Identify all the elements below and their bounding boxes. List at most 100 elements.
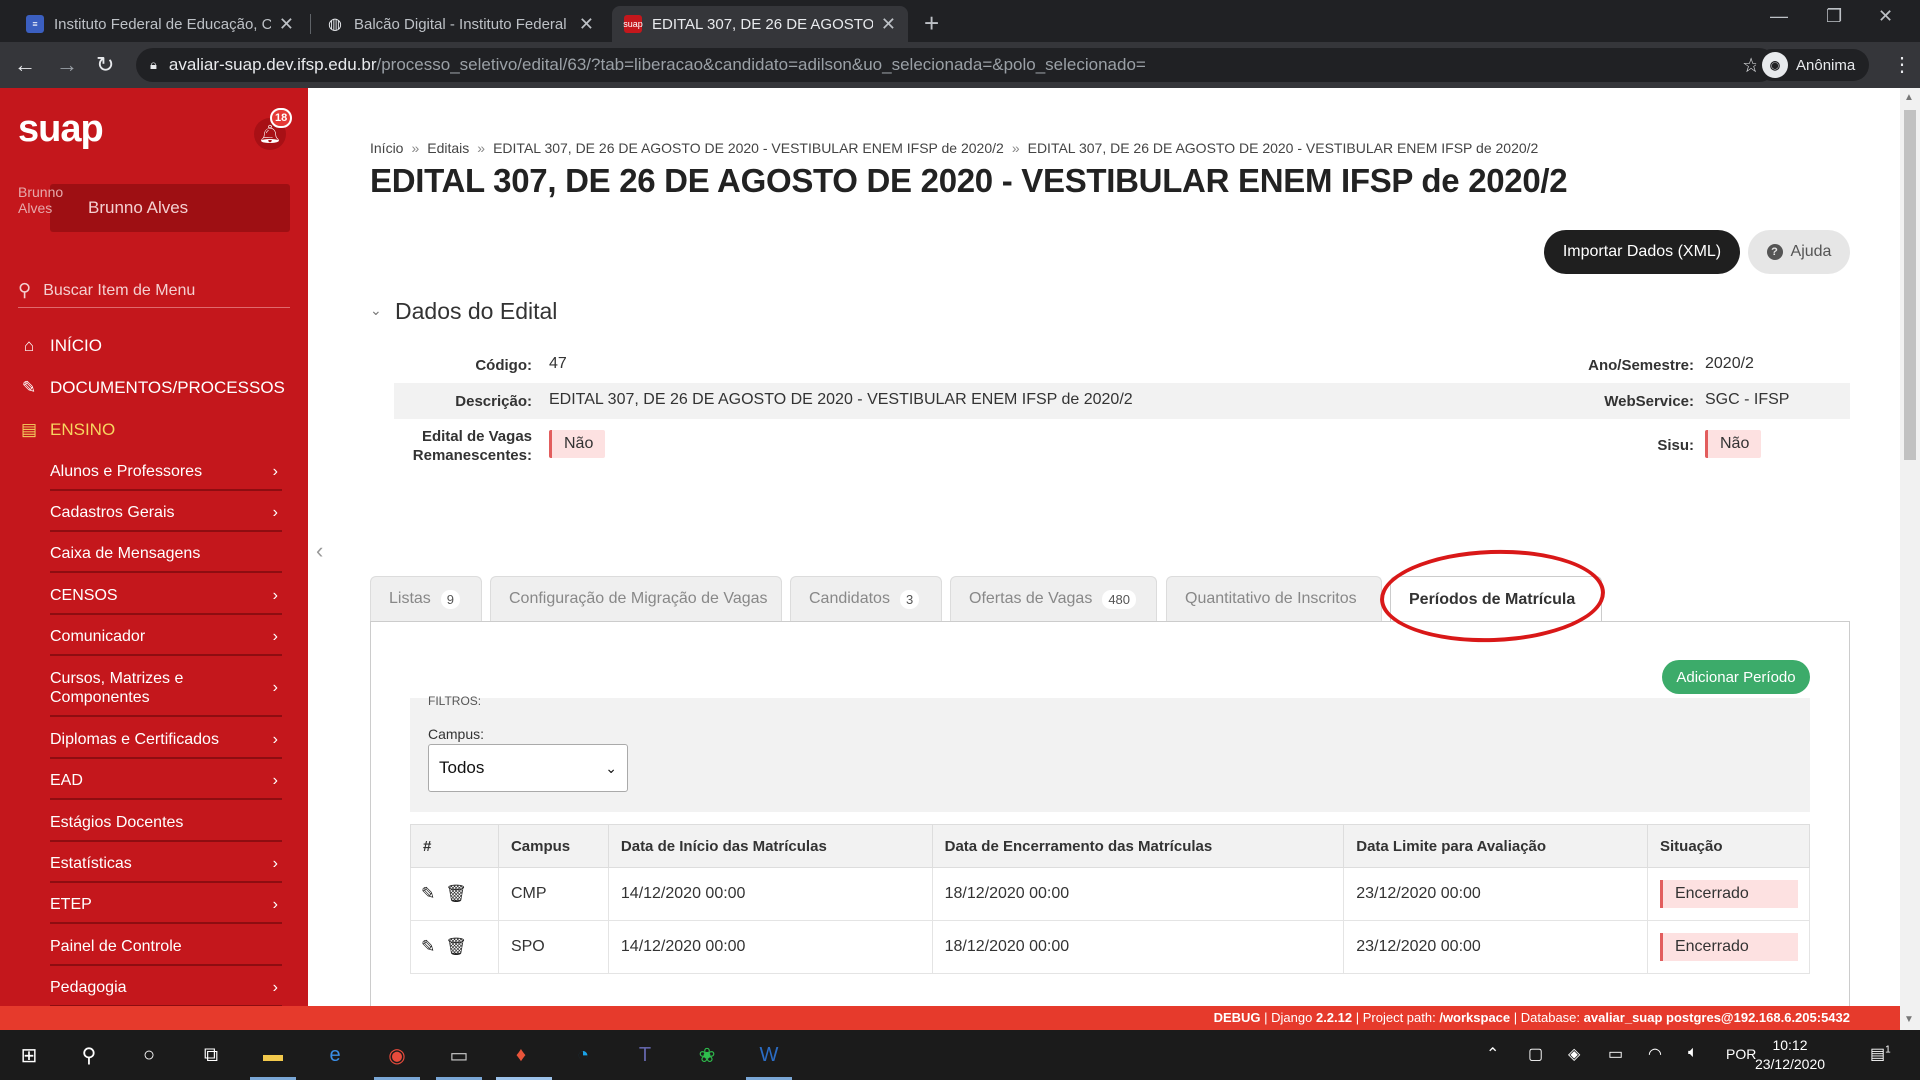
tab-periodos-matricula[interactable]: Períodos de Matrícula [1390,576,1602,622]
sidebar-item-caixa-mensagens[interactable]: Caixa de Mensagens [50,544,282,573]
back-icon[interactable]: ← [14,52,36,78]
chrome-icon[interactable]: ◉ [382,1040,412,1070]
minimize-icon[interactable]: — [1770,6,1788,27]
column-header[interactable]: Data Limite para Avaliação [1343,824,1648,868]
sidebar-item-label: Cursos, Matrizes e Componentes [50,670,184,706]
sidebar-item-cadastros[interactable]: Cadastros Gerais › [50,503,282,532]
teams-icon[interactable]: T [630,1040,660,1070]
sidebar-item-censos[interactable]: CENSOS › [50,586,282,615]
sidebar-item-estagios[interactable]: Estágios Docentes [50,813,282,842]
avatar[interactable]: Brunno Alves [18,184,68,230]
status-badge: Encerrado [1659,933,1798,961]
tab-listas[interactable]: Listas 9 [370,576,482,621]
app-icon[interactable]: ◔ [568,1040,598,1070]
home-icon: ⌂ [23,336,35,355]
task-view-icon[interactable]: ⧉ [196,1040,226,1070]
section-title[interactable]: Dados do Edital [395,298,557,325]
suap-logo[interactable]: suap [18,108,104,151]
evernote-icon[interactable]: ❀ [692,1040,722,1070]
tab-count-badge: 480 [1102,589,1137,609]
url-path: /processo_seletivo/edital/63/?tab=libera… [376,55,1146,74]
file-explorer-icon[interactable]: ▬ [258,1040,288,1070]
column-header[interactable]: Campus [497,824,609,868]
windows-start-icon[interactable]: ⊞ [14,1040,44,1070]
address-bar[interactable]: 🔒︎ avaliar-suap.dev.ifsp.edu.br /process… [136,48,1776,82]
close-tab-icon[interactable]: ✕ [881,14,896,35]
system-clock[interactable]: 10:12 23/12/2020 [1740,1036,1840,1074]
chevron-up-icon[interactable]: ⌃ [1486,1044,1499,1064]
incognito-profile-button[interactable]: ◉ Anônima [1756,49,1870,81]
sidebar-item-cursos[interactable]: Cursos, Matrizes e Componentes › [50,669,282,717]
chevron-right-icon: › [272,503,278,521]
tab-configuracao-migracao[interactable]: Configuração de Migração de Vagas [490,576,782,621]
new-tab-icon[interactable]: + [924,8,939,39]
chevron-right-icon: › [272,462,278,480]
edge-legacy-icon[interactable]: e [320,1040,350,1070]
user-menu[interactable]: Brunno Alves [50,184,290,232]
browser-tab-balcao[interactable]: ◍ Balcão Digital - Instituto Federal ✕ [314,6,606,42]
sidebar-item-estatisticas[interactable]: Estatísticas › [50,854,282,883]
scrollbar-thumb[interactable] [1904,110,1916,460]
close-tab-icon[interactable]: ✕ [579,14,594,35]
app-icon[interactable]: ♦ [506,1040,536,1070]
ano-semestre-value: 2020/2 [1705,355,1754,372]
sidebar-item-diplomas[interactable]: Diplomas e Certificados › [50,730,282,759]
page-title: EDITAL 307, DE 26 DE AGOSTO DE 2020 - VE… [370,162,1568,199]
tab-label: Listas [389,590,431,607]
sidebar-item-pedagogia[interactable]: Pedagogia › [50,978,282,1006]
collapse-sidebar-icon[interactable]: ‹ [316,538,323,564]
breadcrumb-link-inicio[interactable]: Início [370,140,403,156]
column-header[interactable]: Data de Início das Matrículas [607,824,933,868]
menu-search-input[interactable]: ⚲ Buscar Item de Menu [18,274,290,308]
edit-icon[interactable]: ✎ [421,937,435,956]
sidebar-item-inicio[interactable]: ⌂ INÍCIO [18,336,102,356]
breadcrumb-link-edital[interactable]: EDITAL 307, DE 26 DE AGOSTO DE 2020 - VE… [493,140,1004,156]
reload-icon[interactable]: ↻ [96,52,114,78]
browser-tab-title: Balcão Digital - Instituto Federal [354,15,567,33]
webservice-label: WebService: [1604,393,1694,410]
trash-icon[interactable]: 🗑︎ [445,937,467,956]
browser-tab-edital[interactable]: suap EDITAL 307, DE 26 DE AGOSTO D ✕ [612,6,908,42]
campus-select[interactable]: Todos ⌄ [428,744,628,792]
trash-icon[interactable]: 🗑︎ [445,884,467,903]
meet-now-icon[interactable]: ▢ [1528,1044,1543,1064]
tab-label: Períodos de Matrícula [1409,590,1576,608]
sidebar-item-painel[interactable]: Painel de Controle [50,937,282,966]
column-header[interactable]: Data de Encerramento das Matrículas [931,824,1345,868]
browser-menu-icon[interactable]: ⋮ [1892,52,1912,77]
help-button[interactable]: ? Ajuda [1748,230,1850,274]
notifications-icon[interactable]: ▤1 [1870,1044,1891,1064]
wifi-icon[interactable]: ◠ [1648,1044,1662,1064]
sidebar-item-comunicador[interactable]: Comunicador › [50,627,282,656]
sidebar-item-label: EAD [50,772,83,789]
import-xml-button[interactable]: Importar Dados (XML) [1544,230,1740,274]
sidebar-item-alunos[interactable]: Alunos e Professores › [50,462,282,491]
close-tab-icon[interactable]: ✕ [279,14,294,35]
sidebar-item-ead[interactable]: EAD › [50,771,282,800]
breadcrumb-link-editais[interactable]: Editais [427,140,469,156]
restore-icon[interactable]: ❐ [1826,6,1842,27]
sidebar-item-etep[interactable]: ETEP › [50,895,282,924]
add-period-button[interactable]: Adicionar Período [1662,660,1810,694]
word-icon[interactable]: W [754,1040,784,1070]
forward-icon[interactable]: → [56,52,78,78]
tab-quantitativo-inscritos[interactable]: Quantitativo de Inscritos [1166,576,1382,621]
tab-candidatos[interactable]: Candidatos 3 [790,576,942,621]
tab-ofertas-vagas[interactable]: Ofertas de Vagas 480 [950,576,1157,621]
chevron-down-icon[interactable]: ⌄ [370,302,382,319]
terminal-icon[interactable]: ▭ [444,1040,474,1070]
dropbox-icon[interactable]: ◈ [1568,1044,1580,1064]
search-icon[interactable]: ⚲ [74,1040,104,1070]
column-header[interactable]: Situação [1646,824,1811,868]
cortana-icon[interactable]: ○ [134,1040,164,1070]
volume-icon[interactable]: 🔈︎ [1688,1044,1698,1062]
scroll-down-icon[interactable]: ▼ [1904,1014,1914,1025]
edit-icon[interactable]: ✎ [421,884,435,903]
sidebar-item-ensino[interactable]: ▤ ENSINO [18,420,115,440]
battery-icon[interactable]: ▭ [1608,1044,1623,1064]
tab-separator [310,14,311,34]
browser-tab-ifsp[interactable]: ≡ Instituto Federal de Educação, Ci ✕ [14,6,306,42]
close-window-icon[interactable]: ✕ [1878,6,1893,27]
scroll-up-icon[interactable]: ▲ [1904,92,1914,103]
sidebar-item-documentos[interactable]: ✎ DOCUMENTOS/PROCESSOS [18,378,285,398]
